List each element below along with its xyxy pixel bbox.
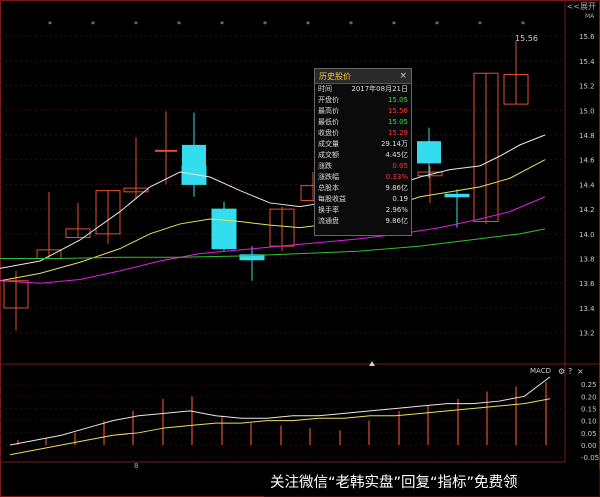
popup-row: 最低价 15.05: [315, 117, 411, 128]
candle: [417, 141, 441, 164]
close-icon[interactable]: ×: [399, 71, 407, 81]
event-marker: *: [177, 20, 181, 29]
ma5-line: [0, 134, 546, 269]
popup-row: 总股本 9.86亿: [315, 183, 411, 194]
event-marker: *: [263, 20, 267, 29]
macd-tick-label: 0.05: [581, 430, 597, 438]
ma-label: MA: [585, 13, 595, 20]
price-tick-label: 15.0: [579, 107, 595, 115]
popup-row-label: 换手率: [318, 206, 339, 214]
popup-row-label: 收盘价: [318, 129, 339, 137]
macd-tick-label: 0.00: [581, 442, 597, 450]
help-icon[interactable]: ?: [568, 367, 572, 376]
event-marker: *: [435, 20, 439, 29]
popup-row-value: 15.29: [387, 129, 408, 137]
price-tick-label: 13.2: [579, 330, 595, 338]
event-marker: *: [478, 20, 482, 29]
popup-row: 换手率 2.96%: [315, 205, 411, 216]
history-price-popup: 历史股价 × 时间 2017年08月21日开盘价 15.05 最高价 15.56 最低价 1…: [314, 68, 412, 236]
popup-row-value: 2017年08月21日: [351, 85, 408, 93]
popup-row-label: 涨跌幅: [318, 173, 339, 181]
price-tick-label: 14.6: [579, 157, 595, 165]
x-axis-label: 8: [134, 462, 138, 470]
popup-row-value: 15.05: [387, 118, 408, 126]
popup-row: 成交量 29.14万: [315, 139, 411, 150]
popup-row: 成交额 4.45亿: [315, 150, 411, 161]
popup-row-value: 4.45亿: [385, 151, 408, 159]
ma20-line: [0, 196, 546, 284]
popup-row-label: 开盘价: [318, 96, 339, 104]
price-tick-label: 13.4: [579, 305, 595, 313]
expand-button[interactable]: <<展开: [567, 1, 596, 12]
popup-row-label: 流通盘: [318, 217, 339, 225]
popup-row-label: 涨跌: [318, 162, 332, 170]
macd-tick-label: 0.10: [581, 418, 597, 426]
stock-chart[interactable]: 15.6 15.4 15.2 15.0 14.8 14.6 14.4 14.2 14.0 13.8…: [0, 0, 600, 497]
popup-row-label: 总股本: [318, 184, 339, 192]
price-tick-label: 14.4: [579, 181, 595, 189]
popup-row-value: 15.05: [387, 96, 408, 104]
popup-row: 时间 2017年08月21日: [315, 84, 411, 95]
event-marker: *: [349, 20, 353, 29]
popup-row-value: 0.05: [392, 162, 408, 170]
price-tick-label: 14.2: [579, 206, 595, 214]
candle: [211, 208, 237, 250]
event-marker: *: [220, 20, 224, 29]
popup-row-value: 29.14万: [380, 140, 408, 148]
popup-row: 收盘价 15.29: [315, 128, 411, 139]
price-tick-label: 15.2: [579, 83, 595, 91]
popup-row-label: 最低价: [318, 118, 339, 126]
high-price-marker: 15.56: [515, 34, 538, 43]
macd-indicator-label[interactable]: MACD: [530, 367, 551, 375]
popup-row-value: 0.33%: [385, 173, 408, 181]
macd-tick-label: 0.20: [581, 393, 597, 401]
price-tick-label: 15.4: [579, 58, 595, 66]
popup-row-label: 成交量: [318, 140, 339, 148]
price-tick-label: 14.8: [579, 132, 595, 140]
popup-row: 开盘价 15.05: [315, 95, 411, 106]
gear-icon[interactable]: ⚙: [558, 367, 565, 376]
ma10-line: [0, 159, 546, 282]
macd-dif-line: [9, 376, 551, 446]
popup-row: 涨跌幅 0.33%: [315, 172, 411, 183]
close-icon[interactable]: ×: [577, 367, 584, 376]
price-tick-label: 15.6: [579, 33, 595, 41]
popup-row: 最高价 15.56: [315, 106, 411, 117]
popup-row-value: 9.86亿: [385, 217, 408, 225]
popup-row-value: 9.86亿: [385, 184, 408, 192]
event-marker: *: [134, 20, 138, 29]
popup-row-label: 时间: [318, 85, 332, 93]
popup-header: 历史股价 ×: [315, 69, 411, 84]
candle: [155, 149, 177, 152]
macd-tick-label: 0.25: [581, 381, 597, 389]
price-tick-label: 13.6: [579, 280, 595, 288]
popup-row: 涨跌 0.05: [315, 161, 411, 172]
event-marker: *: [48, 20, 52, 29]
popup-rows: 时间 2017年08月21日开盘价 15.05 最高价 15.56 最低价 15.05 收盘价…: [315, 84, 411, 227]
watermark-banner: 关注微信“老韩实盘”回复“指标”免费领: [264, 469, 600, 497]
candle: [182, 144, 206, 173]
popup-row-label: 每股收益: [318, 195, 346, 203]
event-marker: *: [521, 20, 525, 29]
price-tick-label: 13.8: [579, 256, 595, 264]
event-marker: *: [306, 20, 310, 29]
price-tick-label: 14.0: [579, 231, 595, 239]
popup-row: 流通盘 9.86亿: [315, 216, 411, 227]
popup-row-value: 0.19: [392, 195, 408, 203]
macd-tick-label: -0.05: [581, 454, 599, 462]
candle: [444, 193, 470, 198]
popup-row-label: 成交额: [318, 151, 339, 159]
macd-tick-label: 0.15: [581, 405, 597, 413]
event-marker: *: [392, 20, 396, 29]
event-marker: *: [91, 20, 95, 29]
popup-title: 历史股价: [319, 71, 351, 81]
popup-row: 每股收益 0.19: [315, 194, 411, 205]
popup-row-value: 15.56: [387, 107, 408, 115]
popup-row-value: 2.96%: [385, 206, 408, 214]
popup-row-label: 最高价: [318, 107, 339, 115]
